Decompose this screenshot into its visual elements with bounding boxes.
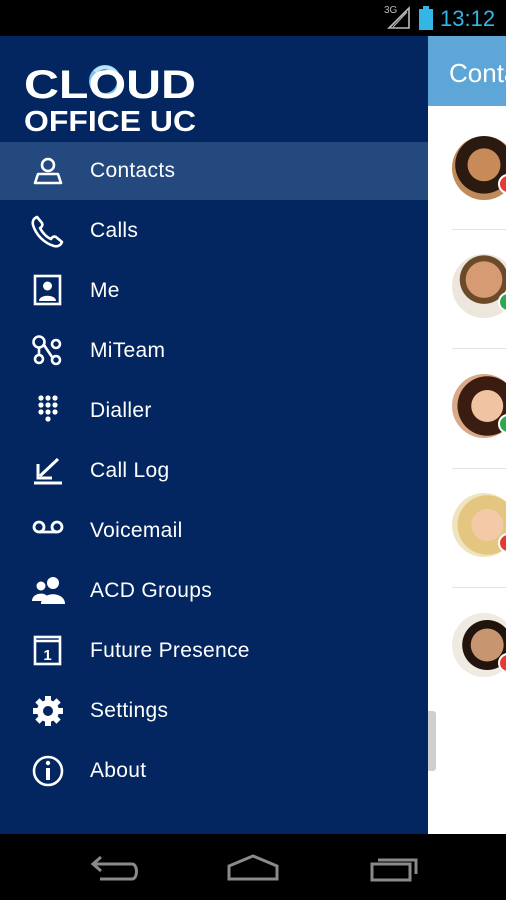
divider bbox=[452, 468, 506, 469]
menu-item-about[interactable]: About bbox=[0, 742, 428, 800]
menu-item-label: Call Log bbox=[90, 459, 170, 482]
recent-apps-button[interactable] bbox=[368, 852, 422, 884]
menu-item-label: Settings bbox=[90, 699, 169, 722]
info-icon bbox=[32, 755, 64, 787]
contact-item[interactable] bbox=[428, 613, 506, 733]
calendar-icon: 1 bbox=[33, 635, 62, 666]
divider bbox=[452, 348, 506, 349]
menu-item-label: Voicemail bbox=[90, 519, 183, 542]
drawer-drag-handle[interactable] bbox=[428, 711, 436, 771]
menu-item-call-log[interactable]: Call Log bbox=[0, 442, 428, 500]
call-log-icon bbox=[34, 457, 62, 485]
menu-item-label: Dialler bbox=[90, 399, 152, 422]
contact-item[interactable] bbox=[428, 136, 506, 256]
avatar bbox=[452, 374, 506, 438]
avatar bbox=[452, 493, 506, 557]
menu-item-contacts[interactable]: Contacts bbox=[0, 142, 428, 200]
logo-line1: CLOUD bbox=[24, 63, 196, 107]
phone-icon bbox=[31, 215, 64, 248]
menu-item-acd-groups[interactable]: ACD Groups bbox=[0, 562, 428, 620]
svg-text:1: 1 bbox=[43, 647, 51, 664]
contact-item[interactable] bbox=[428, 493, 506, 613]
back-button[interactable] bbox=[86, 852, 140, 884]
contacts-icon bbox=[33, 157, 63, 185]
status-bar: 3G 13:12 bbox=[0, 0, 506, 36]
divider bbox=[452, 587, 506, 588]
avatar bbox=[452, 613, 506, 677]
menu-item-future-presence[interactable]: 1 Future Presence bbox=[0, 622, 428, 680]
signal-icon bbox=[387, 6, 410, 29]
battery-icon bbox=[419, 6, 433, 30]
acd-groups-icon bbox=[32, 577, 65, 604]
divider bbox=[452, 229, 506, 230]
cloud-office-uc-logo: CLOUD OFFICE UC bbox=[24, 63, 196, 134]
avatar bbox=[452, 254, 506, 318]
contact-item[interactable] bbox=[428, 374, 506, 494]
system-nav-bar bbox=[0, 834, 506, 900]
menu-item-label: Me bbox=[90, 279, 120, 302]
menu-item-label: MiTeam bbox=[90, 339, 166, 362]
gear-icon bbox=[33, 696, 63, 726]
navigation-drawer: CLOUD OFFICE UC Contacts Calls Me MiTeam… bbox=[0, 36, 428, 834]
contacts-title: Contacts bbox=[449, 58, 506, 88]
menu-item-me[interactable]: Me bbox=[0, 262, 428, 320]
menu-item-label: Calls bbox=[90, 219, 139, 242]
menu-item-label: ACD Groups bbox=[90, 579, 213, 602]
menu-item-label: About bbox=[90, 759, 147, 782]
me-icon bbox=[33, 274, 62, 306]
miteam-icon bbox=[32, 335, 62, 366]
menu-item-settings[interactable]: Settings bbox=[0, 682, 428, 740]
menu-item-calls[interactable]: Calls bbox=[0, 202, 428, 260]
contact-item[interactable] bbox=[428, 254, 506, 374]
menu-item-label: Contacts bbox=[90, 159, 176, 182]
avatar bbox=[452, 136, 506, 200]
menu-item-voicemail[interactable]: Voicemail bbox=[0, 502, 428, 560]
voicemail-icon bbox=[32, 520, 64, 534]
dialpad-icon bbox=[38, 395, 58, 422]
home-button[interactable] bbox=[225, 852, 281, 884]
menu-item-miteam[interactable]: MiTeam bbox=[0, 322, 428, 380]
status-time: 13:12 bbox=[440, 6, 496, 31]
menu-item-dialler[interactable]: Dialler bbox=[0, 382, 428, 440]
menu-item-label: Future Presence bbox=[90, 639, 250, 662]
logo-line2: OFFICE UC bbox=[24, 106, 196, 134]
